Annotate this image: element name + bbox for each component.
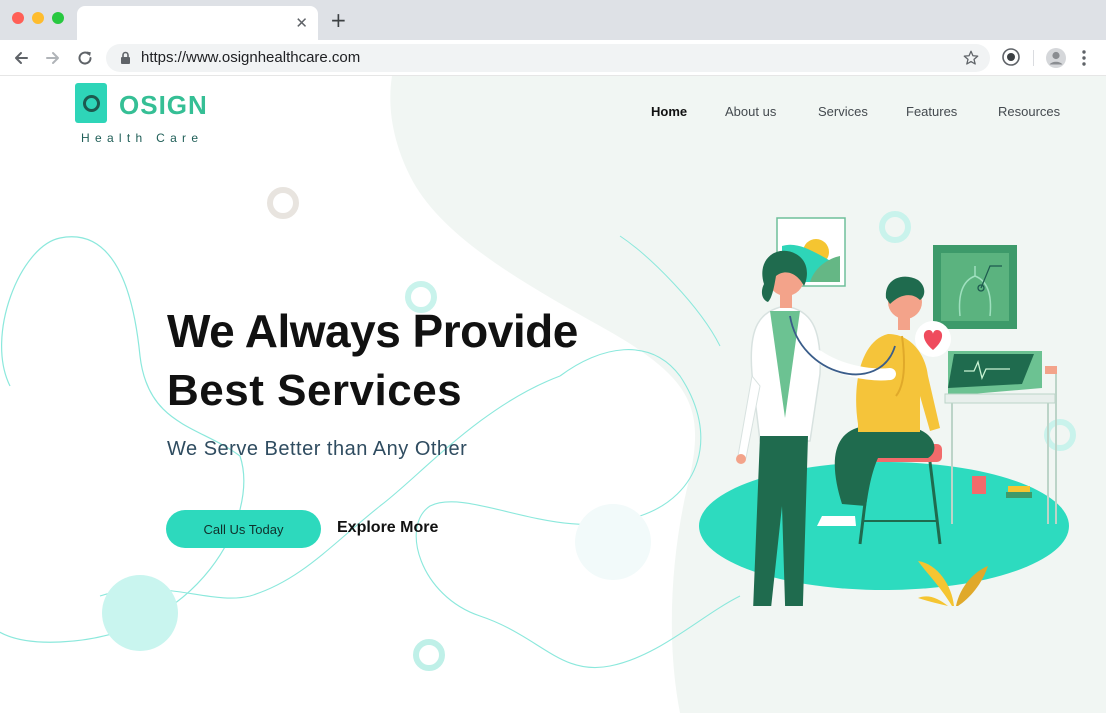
nav-home[interactable]: Home xyxy=(651,104,687,119)
nav-features[interactable]: Features xyxy=(906,104,957,119)
window-maximize-dot[interactable] xyxy=(52,12,64,24)
window-close-dot[interactable] xyxy=(12,12,24,24)
forward-arrow-icon[interactable] xyxy=(42,47,64,69)
tab-close-icon[interactable]: ✕ xyxy=(295,14,308,32)
menu-icon[interactable] xyxy=(1081,48,1087,68)
logo-tagline: Health Care xyxy=(81,131,204,145)
new-tab-icon[interactable]: + xyxy=(330,10,347,30)
nav-services[interactable]: Services xyxy=(818,104,868,119)
browser-toolbar: https://www.osignhealthcare.com xyxy=(0,40,1106,76)
lock-icon xyxy=(121,51,130,64)
page-viewport: OSIGN Health Care Home About us Services… xyxy=(0,76,1106,713)
nav-about-us[interactable]: About us xyxy=(725,104,776,119)
url-text[interactable]: https://www.osignhealthcare.com xyxy=(141,49,360,66)
browser-tab-bar: ✕ + xyxy=(0,0,1106,40)
profile-icon[interactable] xyxy=(1045,47,1067,69)
reload-icon[interactable] xyxy=(74,47,96,69)
back-arrow-icon[interactable] xyxy=(10,47,32,69)
nav-resources[interactable]: Resources xyxy=(998,104,1060,119)
extension-icon[interactable] xyxy=(1001,47,1021,67)
logo-name: OSIGN xyxy=(119,90,208,120)
browser-tab[interactable]: ✕ xyxy=(77,6,318,40)
logo-mark-icon xyxy=(75,83,107,123)
call-us-button[interactable]: Call Us Today xyxy=(166,510,321,548)
hero-title-line-2: Best Services xyxy=(167,366,463,415)
doctor-patient-illustration xyxy=(699,217,1069,606)
hero-subtitle: We Serve Better than Any Other xyxy=(167,438,468,460)
toolbar-divider xyxy=(1033,50,1034,66)
window-minimize-dot[interactable] xyxy=(32,12,44,24)
star-icon[interactable] xyxy=(962,49,980,67)
call-us-button-label: Call Us Today xyxy=(203,521,284,537)
explore-more-link[interactable]: Explore More xyxy=(337,519,438,537)
address-bar[interactable]: https://www.osignhealthcare.com xyxy=(106,44,990,72)
hero-title-line-1: We Always Provide xyxy=(167,305,578,357)
